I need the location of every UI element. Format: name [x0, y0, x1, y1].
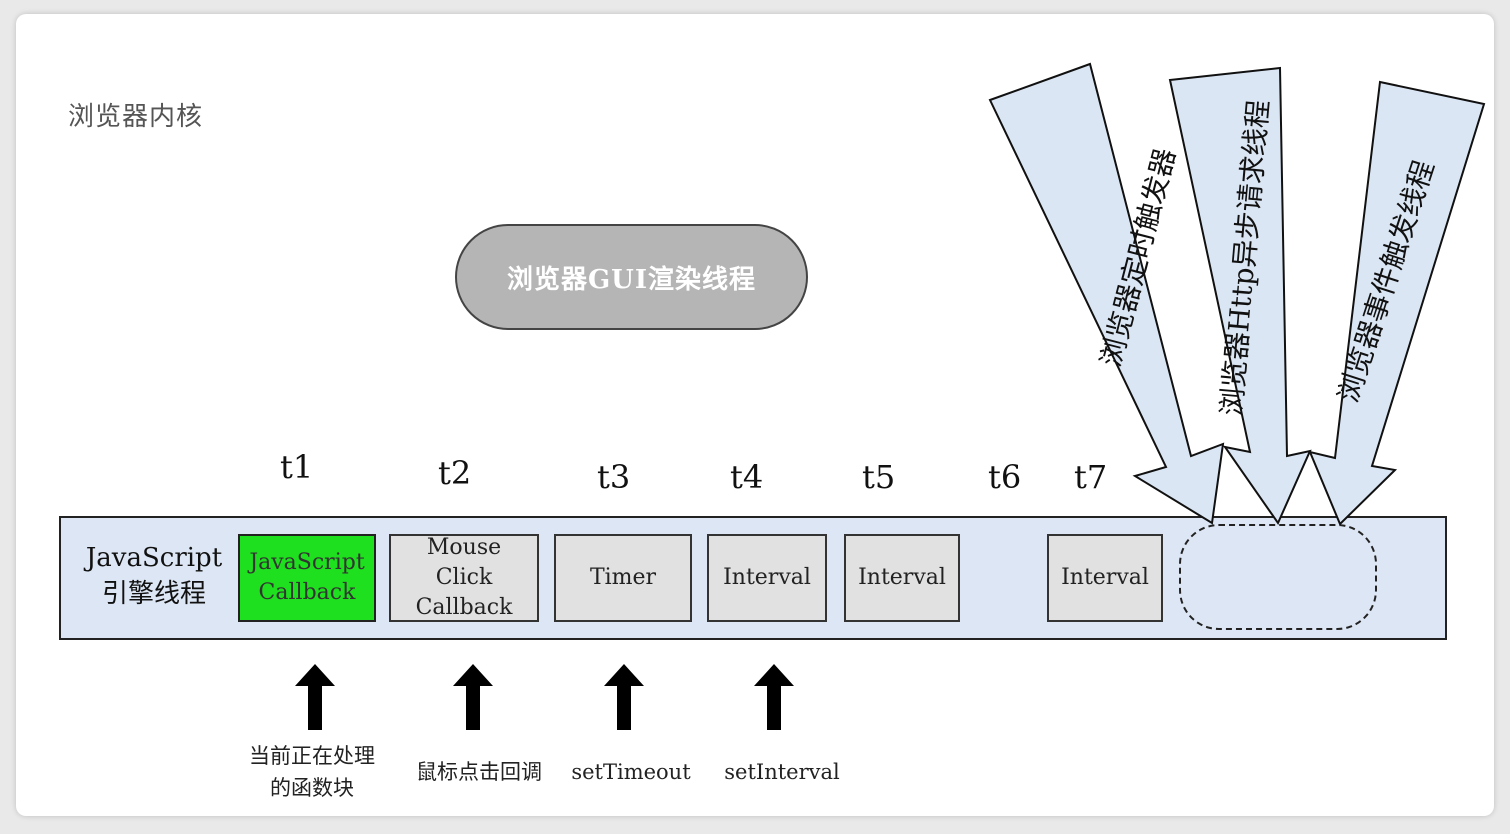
trigger-arrows: 浏览器定时触发器 浏览器Http异步请求线程 浏览器事件触发线程 [988, 62, 1486, 526]
event-trigger-arrow: 浏览器事件触发线程 [1308, 80, 1486, 526]
